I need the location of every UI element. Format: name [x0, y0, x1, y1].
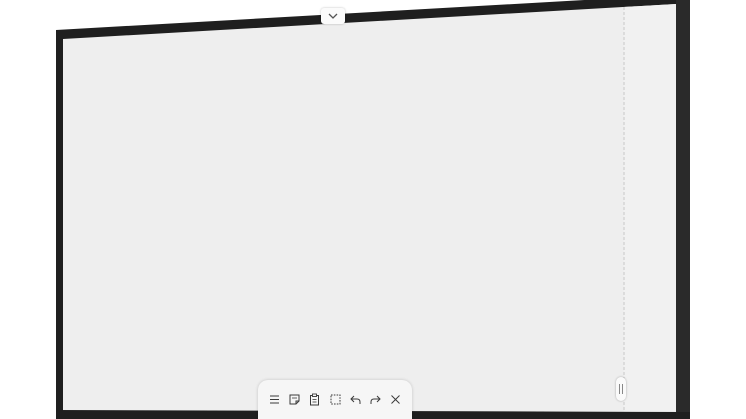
close-icon: [391, 395, 401, 404]
sticky-note-icon: [289, 394, 300, 405]
device-side-edge: [676, 0, 690, 419]
close-button[interactable]: [388, 391, 404, 409]
chevron-down-icon: [328, 13, 338, 19]
grip-icon: [619, 384, 620, 394]
top-menu-handle[interactable]: [321, 8, 345, 24]
clipboard-icon: [310, 393, 320, 406]
undo-icon: [350, 395, 361, 404]
whiteboard-canvas[interactable]: [63, 4, 676, 419]
redo-icon: [370, 395, 381, 404]
device-screenshot: [0, 0, 746, 419]
undo-button[interactable]: [347, 391, 363, 409]
selection-icon: [330, 394, 340, 405]
menu-icon: [269, 395, 279, 404]
sticky-note-button[interactable]: [287, 391, 303, 409]
grip-icon: [622, 384, 623, 394]
side-panel-handle[interactable]: [616, 377, 626, 401]
selection-button[interactable]: [327, 391, 343, 409]
display-device: [56, 0, 690, 419]
clipboard-button[interactable]: [307, 391, 323, 409]
side-panel: [624, 4, 676, 419]
menu-button[interactable]: [266, 391, 282, 409]
whiteboard-toolbar: [258, 380, 412, 419]
redo-button[interactable]: [368, 391, 384, 409]
